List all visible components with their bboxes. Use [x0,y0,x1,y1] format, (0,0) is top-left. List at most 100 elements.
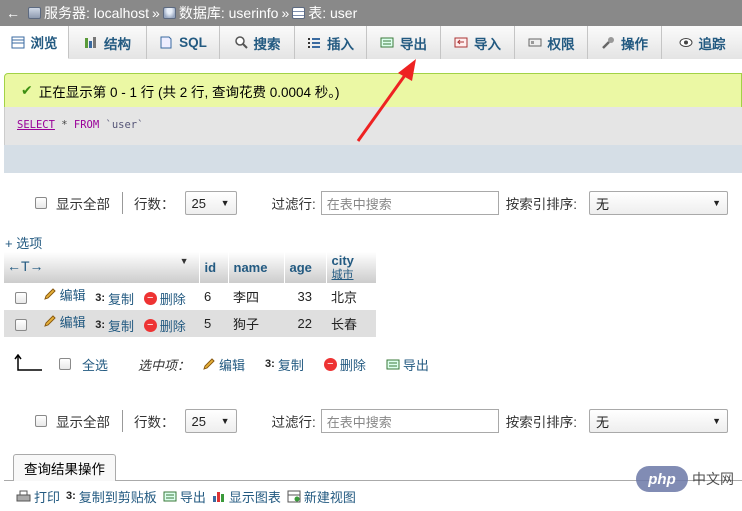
column-arrows-icon[interactable]: ←T→ [7,258,44,274]
check-all-label[interactable]: 全选 [82,355,108,374]
cell-city: 北京 [326,283,376,310]
export-icon [163,491,177,501]
rows-value: 25 [191,413,206,429]
privileges-icon [528,38,541,47]
bulk-delete-button[interactable]: − 删除 [323,355,366,374]
show-all-checkbox[interactable] [35,415,47,427]
printer-icon [16,490,31,501]
options-link[interactable]: + 选项 [5,233,42,252]
row-checkbox[interactable] [15,318,27,331]
watermark-site-name: 中文网 [692,471,734,487]
sql-box-footer [4,145,742,173]
copy-icon: 3: [66,490,76,502]
sql-keyword-select[interactable]: SELECT [17,119,55,131]
tab-privileges[interactable]: 权限 [515,26,588,59]
tab-label: SQL [179,35,207,50]
sql-keyword-from[interactable]: FROM [74,119,99,131]
copy-button[interactable]: 3: 复制 [95,316,134,335]
tab-structure[interactable]: 结构 [69,26,147,59]
database-icon [162,7,176,19]
print-label: 打印 [34,489,61,505]
pencil-icon [43,315,56,327]
tab-search[interactable]: 搜索 [220,26,295,59]
sort-dropdown-icon[interactable]: ▼ [180,256,189,266]
pencil-icon [43,288,56,300]
actions-header: ←T→ ▼ [4,252,200,283]
copy-to-clipboard-button[interactable]: 3: 复制到剪贴板 [66,487,157,506]
tab-browse[interactable]: 浏览 [0,26,69,59]
breadcrumb: ← 服务器: localhost » 数据库: userinfo » 表: us… [0,0,742,26]
tab-label: 导入 [474,36,501,52]
eye-icon [679,38,692,47]
tab-operations[interactable]: 操作 [588,26,662,59]
breadcrumb-table[interactable]: 表: user [308,3,357,23]
delete-label: 删除 [159,292,186,307]
print-button[interactable]: 打印 [16,487,60,506]
query-results-operations-bar: 打印 3: 复制到剪贴板 导出 显示图表 新建视图 [4,480,742,511]
rows-select[interactable]: 25 ▼ [184,191,237,215]
create-view-icon [287,490,301,502]
cell-name: 李四 [228,283,284,310]
tab-label: 结构 [104,36,131,52]
edit-label: 编辑 [59,288,86,303]
tab-label: 追踪 [698,36,726,52]
copy-button[interactable]: 3: 复制 [95,289,134,308]
checkmark-icon: ✔ [21,82,33,98]
column-city-comment: 城市 [331,268,354,281]
breadcrumb-database[interactable]: 数据库: userinfo [179,3,279,23]
cell-id: 5 [199,310,228,337]
bulk-copy-button[interactable]: 3: 复制 [265,355,304,374]
create-view-button[interactable]: 新建视图 [287,487,356,506]
pencil-icon [203,357,215,370]
edit-label: 编辑 [59,315,86,330]
rows-label: 行数： [134,415,175,430]
filter-input[interactable]: 在表中搜索 [320,191,499,215]
bar-chart-icon [212,491,224,502]
bulk-delete-label: 删除 [339,357,366,373]
filter-placeholder: 在表中搜索 [326,414,392,430]
sort-select[interactable]: 无 ▼ [589,409,729,433]
tab-label: 插入 [327,36,354,52]
delete-label: 删除 [159,319,186,334]
tab-tracking[interactable]: 追踪 [662,26,742,59]
copy-label: 复制 [108,318,135,334]
tab-import[interactable]: 导入 [441,26,515,59]
navigation-top: 显示全部 行数： 25 ▼ 过滤行: 在表中搜索 按索引排序: 无 ▼ [0,189,742,217]
column-id[interactable]: id [199,252,229,283]
bulk-edit-label: 编辑 [219,357,246,373]
show-chart-button[interactable]: 显示图表 [212,487,281,506]
breadcrumb-server[interactable]: 服务器: localhost [44,3,149,23]
structure-icon [85,37,96,48]
filter-label: 过滤行: [271,415,316,430]
sort-select[interactable]: 无 ▼ [589,191,729,215]
bulk-export-button[interactable]: 导出 [386,355,429,374]
tab-sql[interactable]: SQL [147,26,220,59]
export-results-label: 导出 [179,489,206,505]
table-row: 编辑 3: 复制 − 删除 6 李四 33 北京 [4,283,376,310]
check-all-checkbox[interactable] [59,358,71,370]
export-icon [386,359,400,369]
copy-label: 复制 [108,291,135,307]
column-age[interactable]: age [284,252,327,283]
tab-label: 权限 [547,36,575,52]
edit-button[interactable]: 编辑 [43,285,86,304]
edit-button[interactable]: 编辑 [43,312,86,331]
delete-button[interactable]: − 删除 [143,316,186,335]
show-all-label: 显示全部 [56,415,110,430]
delete-button[interactable]: − 删除 [143,289,186,308]
column-name[interactable]: name [228,252,285,283]
rows-select[interactable]: 25 ▼ [184,409,237,433]
show-all-checkbox[interactable] [35,197,47,209]
chevron-down-icon: ▼ [220,416,230,426]
chevron-down-icon: ▼ [712,416,722,426]
table-icon [292,7,306,19]
export-icon [380,37,394,48]
filter-input[interactable]: 在表中搜索 [320,409,499,433]
cell-city: 长春 [326,310,376,337]
insert-icon [308,38,320,48]
row-checkbox[interactable] [15,291,27,304]
export-results-button[interactable]: 导出 [163,487,206,506]
back-arrow-icon[interactable]: ← [6,5,20,21]
bulk-edit-button[interactable]: 编辑 [202,355,245,374]
column-city[interactable]: city 城市 [326,252,377,283]
